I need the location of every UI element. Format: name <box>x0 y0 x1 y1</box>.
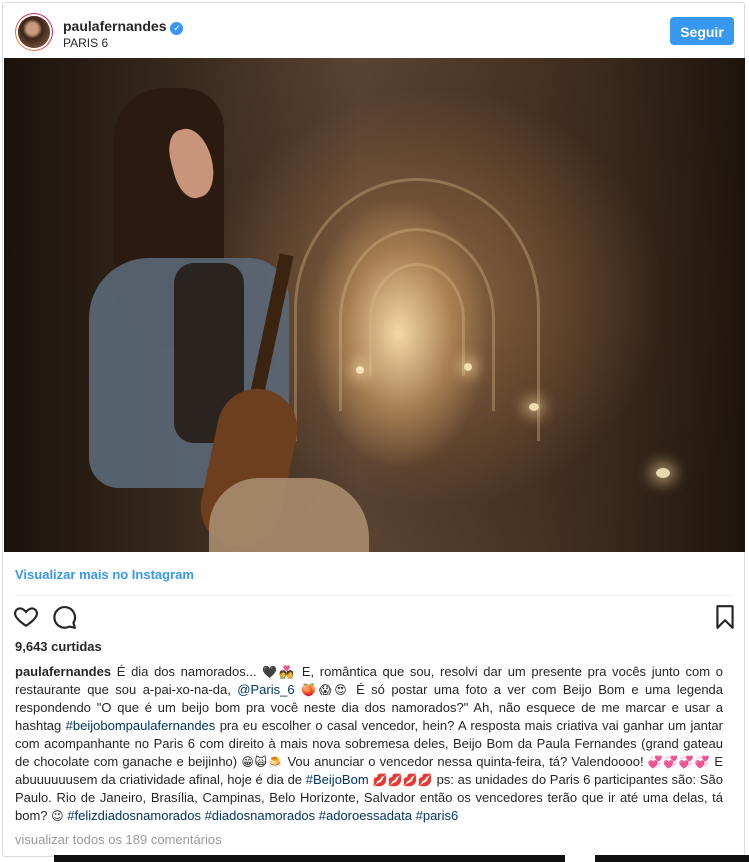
bookmark-icon[interactable] <box>712 604 738 630</box>
hashtag-link[interactable]: #beijobompaulafernandes <box>66 718 216 733</box>
caption-emoji: 🖤💑 <box>262 665 297 679</box>
tunnel-light <box>356 366 364 374</box>
avatar-image <box>18 16 50 48</box>
username-line: paulafernandes ✓ <box>63 18 184 35</box>
tunnel-light <box>656 468 670 478</box>
caption-emoji: 💋💋💋💋 <box>368 773 433 787</box>
username-link[interactable]: paulafernandes <box>63 18 166 34</box>
caption-username[interactable]: paulafernandes <box>15 664 111 679</box>
caption-text: Vou anunciar o vencedor nessa quinta-fei… <box>283 754 648 769</box>
tunnel-light <box>529 403 539 411</box>
heart-icon[interactable] <box>13 603 39 629</box>
view-all-comments-link[interactable]: visualizar todos os 189 comentários <box>15 832 222 847</box>
bottom-edge-bar <box>54 855 749 862</box>
avatar[interactable] <box>15 13 53 51</box>
post-header: paulafernandes ✓ PARIS 6 Seguir <box>3 3 744 58</box>
mention-link[interactable]: @Paris_6 <box>237 682 294 697</box>
location-link[interactable]: PARIS 6 <box>63 36 108 50</box>
tunnel-light <box>464 363 472 371</box>
likes-count[interactable]: 9,643 curtidas <box>15 639 102 654</box>
caption-emoji: 🍑😱😍 <box>294 683 350 697</box>
hashtag-links[interactable]: #felizdiadosnamorados #diadosnamorados #… <box>64 808 458 823</box>
comment-bubble-icon[interactable] <box>51 604 77 630</box>
instagram-embed-card: paulafernandes ✓ PARIS 6 Seguir Visualiza… <box>2 2 745 857</box>
hashtag-link[interactable]: #BeijoBom <box>306 772 369 787</box>
view-more-on-instagram-link[interactable]: Visualizar mais no Instagram <box>15 567 194 582</box>
verified-badge-icon: ✓ <box>170 22 184 35</box>
bottom-edge-gap <box>565 855 595 862</box>
caption-emoji: 😁🙀🍮 <box>241 755 284 769</box>
tunnel-arch-decoration <box>369 263 465 376</box>
caption-emoji: 💞💞💞💞 <box>647 755 711 769</box>
caption-text: É dia dos namorados... <box>111 664 263 679</box>
post-caption: paulafernandes É dia dos namorados... 🖤💑… <box>15 663 723 825</box>
divider <box>15 595 732 596</box>
caption-emoji: 😉 <box>51 809 64 823</box>
follow-button[interactable]: Seguir <box>670 17 734 45</box>
person-legs <box>209 478 369 552</box>
post-photo[interactable] <box>4 58 745 552</box>
